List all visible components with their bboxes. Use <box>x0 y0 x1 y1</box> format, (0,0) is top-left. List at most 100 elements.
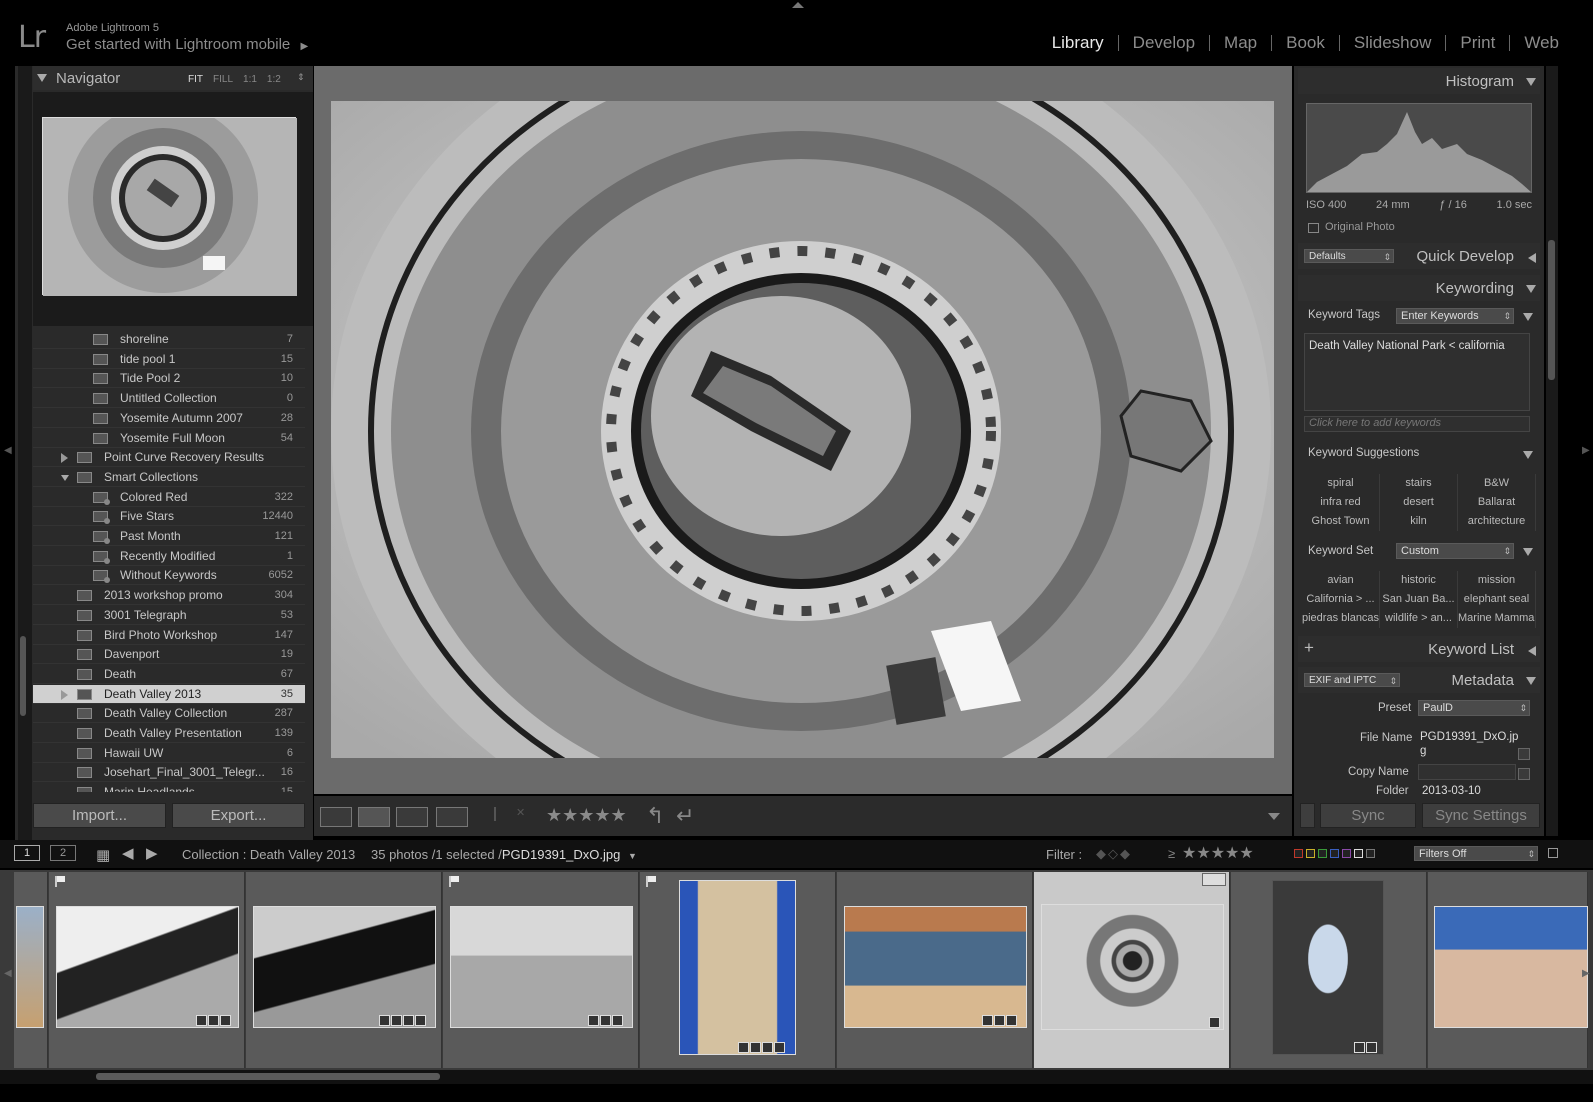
keyword-set-collapse-icon[interactable] <box>1523 548 1533 556</box>
keyword-set-item[interactable]: wildlife > an... <box>1380 609 1458 628</box>
zoom-option[interactable]: 1:2 <box>267 74 281 85</box>
original-photo-checkbox[interactable] <box>1308 223 1319 233</box>
collection-row[interactable]: Smart Collections <box>33 468 305 487</box>
collection-row[interactable]: Five Stars 12440 <box>33 507 305 527</box>
filmstrip-cell[interactable] <box>837 872 1033 1068</box>
metadata-set-select[interactable]: EXIF and IPTC <box>1304 673 1400 688</box>
keyword-set-item[interactable]: historic <box>1380 571 1458 590</box>
thumbnail[interactable] <box>1041 904 1224 1030</box>
left-panel-scrollbar[interactable] <box>18 66 32 844</box>
zoom-option[interactable]: FILL <box>213 74 233 85</box>
collection-row[interactable]: shoreline 7 <box>33 330 305 349</box>
main-window-button[interactable]: 1 <box>14 845 40 861</box>
filmstrip-scroll-right-icon[interactable]: ▶ <box>1582 968 1590 979</box>
loupe-view-button[interactable] <box>358 807 390 827</box>
keywording-collapse-icon[interactable] <box>1526 285 1536 293</box>
keyword-list-expand-icon[interactable] <box>1528 646 1536 656</box>
zoom-option[interactable]: FIT <box>188 74 203 85</box>
thumbnail[interactable] <box>679 880 796 1055</box>
sync-button[interactable]: Sync <box>1320 803 1416 828</box>
collection-row[interactable]: Past Month 121 <box>33 527 305 546</box>
keyword-set-item[interactable]: piedras blancas <box>1302 609 1380 628</box>
collection-row[interactable]: 3001 Telegraph 53 <box>33 606 305 625</box>
back-arrow-icon[interactable]: ◀ <box>122 844 134 862</box>
collection-row[interactable]: Death 67 <box>33 665 305 684</box>
keyword-tags-select[interactable]: Enter Keywords <box>1396 308 1514 324</box>
filmstrip-cell-selected[interactable] <box>1034 872 1230 1068</box>
add-keywords-input[interactable]: Click here to add keywords <box>1304 416 1530 432</box>
color-label-filter-swatch[interactable] <box>1294 849 1303 858</box>
rating-stars[interactable]: ★★★★★ <box>546 805 627 826</box>
filmstrip-cell[interactable] <box>1428 872 1588 1068</box>
filmstrip-cell[interactable] <box>49 872 245 1068</box>
collection-row[interactable]: Untitled Collection 0 <box>33 389 305 409</box>
filmstrip-cell[interactable] <box>246 872 442 1068</box>
collection-row[interactable]: Bird Photo Workshop 147 <box>33 626 305 645</box>
collection-row[interactable]: Point Curve Recovery Results <box>33 448 305 468</box>
color-label-filter-swatch[interactable] <box>1354 849 1363 858</box>
grid-icon[interactable]: ▦ <box>96 846 110 864</box>
disclosure-triangle-icon[interactable] <box>61 474 69 481</box>
filename-dropdown-icon[interactable]: ▼ <box>628 851 637 861</box>
thumbnail[interactable] <box>16 906 44 1028</box>
toolbar-options-icon[interactable] <box>1268 813 1280 820</box>
thumbnail[interactable] <box>450 906 633 1028</box>
right-panel-scrollbar[interactable] <box>1546 66 1558 836</box>
keyword-suggestion[interactable]: architecture <box>1458 512 1536 531</box>
filmstrip-scroll-left-icon[interactable]: ◀ <box>4 968 12 979</box>
filmstrip-cell[interactable] <box>1231 872 1427 1068</box>
keyword-suggestion[interactable]: spiral <box>1302 474 1380 493</box>
keyword-suggestion[interactable]: Ghost Town <box>1302 512 1380 531</box>
flag-filter-icons[interactable]: ◆◇◆ <box>1096 846 1132 862</box>
zoom-option[interactable]: 1:1 <box>243 74 257 85</box>
flag-reject-icon[interactable]: ✕ <box>516 806 525 819</box>
pick-flag-icon[interactable] <box>646 876 656 887</box>
collection-row[interactable]: Tide Pool 2 10 <box>33 369 305 389</box>
filmstrip-cell[interactable] <box>443 872 639 1068</box>
pick-flag-icon[interactable] <box>449 876 459 887</box>
module-develop[interactable]: Develop <box>1119 33 1209 53</box>
keyword-suggestion[interactable]: stairs <box>1380 474 1458 493</box>
color-label-filter-swatch[interactable] <box>1342 849 1351 858</box>
filmstrip-scroll-thumb[interactable] <box>96 1073 440 1080</box>
thumbnail[interactable] <box>253 906 436 1028</box>
thumbnail[interactable] <box>1272 880 1384 1055</box>
collection-row[interactable]: Yosemite Full Moon 54 <box>33 429 305 448</box>
file-name-edit-icon[interactable] <box>1518 748 1530 760</box>
collection-row[interactable]: Death Valley Collection 287 <box>33 704 305 724</box>
left-scroll-thumb[interactable] <box>20 636 26 716</box>
filter-lock-icon[interactable] <box>1548 848 1558 858</box>
flag-pick-icon[interactable] <box>494 807 504 821</box>
second-window-button[interactable]: 2 <box>50 845 76 861</box>
metadata-badge-icon[interactable] <box>1202 873 1226 886</box>
collection-row[interactable]: Davenport 19 <box>33 645 305 665</box>
saved-preset-select[interactable]: Defaults <box>1304 249 1394 264</box>
module-map[interactable]: Map <box>1210 33 1271 53</box>
rating-filter-stars[interactable]: ★★★★★ <box>1182 843 1254 863</box>
thumbnail[interactable] <box>1434 906 1588 1028</box>
sync-settings-button[interactable]: Sync Settings <box>1422 803 1540 828</box>
zoom-stepper-icon[interactable]: ⇕ <box>297 72 305 83</box>
module-book[interactable]: Book <box>1272 33 1339 53</box>
selected-filename[interactable]: PGD19391_DxO.jpg <box>502 847 621 862</box>
keyword-suggestion[interactable]: infra red <box>1302 493 1380 512</box>
color-label-filter-swatch[interactable] <box>1366 849 1375 858</box>
module-slideshow[interactable]: Slideshow <box>1340 33 1446 53</box>
compare-view-button[interactable] <box>396 807 428 827</box>
collection-row[interactable]: 2013 workshop promo 304 <box>33 586 305 606</box>
navigator-collapse-icon[interactable] <box>37 74 47 82</box>
color-label-filter-swatch[interactable] <box>1318 849 1327 858</box>
thumbnail[interactable] <box>844 906 1027 1028</box>
module-print[interactable]: Print <box>1446 33 1509 53</box>
keyword-suggestion[interactable]: kiln <box>1380 512 1458 531</box>
collection-row[interactable]: Marin Headlands 15 <box>33 783 305 792</box>
copy-name-field[interactable] <box>1418 764 1516 780</box>
keyword-tags-collapse-icon[interactable] <box>1523 313 1533 321</box>
metadata-preset-select[interactable]: PaulD <box>1418 700 1530 716</box>
keywording-header[interactable]: Keywording <box>1298 275 1540 301</box>
keywords-textarea[interactable]: Death Valley National Park < california <box>1304 333 1530 411</box>
keyword-set-item[interactable]: mission <box>1458 571 1536 590</box>
keyword-suggestion[interactable]: desert <box>1380 493 1458 512</box>
disclosure-triangle-icon[interactable] <box>61 453 68 464</box>
right-panel-toggle-icon[interactable]: ▶ <box>1582 445 1590 456</box>
